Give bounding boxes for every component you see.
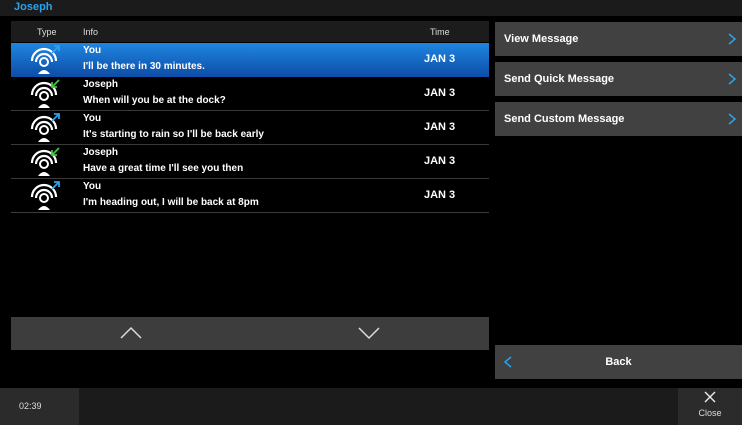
message-text: Have a great time I'll see you then [83, 163, 244, 174]
view-message-button[interactable]: View Message [495, 22, 742, 56]
message-row[interactable]: You I'm heading out, I will be back at 8… [11, 179, 489, 213]
message-sender: You [83, 181, 102, 192]
message-row[interactable]: You I'll be there in 30 minutes. JAN 3 [11, 43, 489, 77]
message-sender: Joseph [83, 147, 119, 158]
message-text: When will you be at the dock? [83, 95, 226, 106]
message-row[interactable]: Joseph Have a great time I'll see you th… [11, 145, 489, 179]
back-button[interactable]: Back [495, 345, 742, 379]
clock-time: 02:39 [19, 401, 42, 411]
close-button[interactable]: Close [678, 388, 742, 425]
bottom-bar: 02:39 Close [0, 388, 742, 425]
outgoing-message-icon [30, 45, 60, 74]
list-header: Type Info Time [11, 21, 489, 42]
incoming-message-icon [30, 79, 60, 108]
chevron-right-icon [728, 33, 736, 45]
chevron-right-icon [728, 113, 736, 125]
chevron-down-icon[interactable] [357, 325, 381, 341]
message-text: It's starting to rain so I'll be back ea… [83, 129, 264, 140]
outgoing-message-icon [30, 113, 60, 142]
send-custom-message-button[interactable]: Send Custom Message [495, 102, 742, 136]
message-text: I'll be there in 30 minutes. [83, 61, 205, 72]
column-header-time: Time [430, 27, 450, 37]
back-label: Back [605, 356, 632, 368]
message-time: JAN 3 [424, 121, 456, 133]
chevron-right-icon [728, 73, 736, 85]
chevron-up-icon[interactable] [119, 325, 143, 341]
conversation-title: Joseph [14, 1, 53, 13]
list-pager [11, 317, 489, 350]
incoming-message-icon [30, 147, 60, 176]
message-sender: You [83, 45, 102, 56]
view-message-label: View Message [504, 33, 579, 45]
clock: 02:39 [0, 388, 79, 425]
column-header-info: Info [83, 27, 99, 37]
close-label: Close [698, 408, 722, 418]
message-time: JAN 3 [424, 87, 456, 99]
send-quick-message-label: Send Quick Message [504, 73, 615, 85]
send-custom-message-label: Send Custom Message [504, 113, 625, 125]
close-icon [704, 391, 716, 403]
message-row[interactable]: Joseph When will you be at the dock? JAN… [11, 77, 489, 111]
message-sender: You [83, 113, 102, 124]
message-list-panel: Type Info Time You I'll be there in 30 m… [11, 21, 489, 317]
outgoing-message-icon [30, 181, 60, 210]
title-bar: Joseph [0, 0, 742, 16]
message-text: I'm heading out, I will be back at 8pm [83, 197, 259, 208]
send-quick-message-button[interactable]: Send Quick Message [495, 62, 742, 96]
message-time: JAN 3 [424, 53, 456, 65]
message-time: JAN 3 [424, 155, 456, 167]
message-time: JAN 3 [424, 189, 456, 201]
message-row[interactable]: You It's starting to rain so I'll be bac… [11, 111, 489, 145]
column-header-type: Type [37, 27, 57, 37]
message-rows: You I'll be there in 30 minutes. JAN 3 J… [11, 43, 489, 213]
message-sender: Joseph [83, 79, 119, 90]
